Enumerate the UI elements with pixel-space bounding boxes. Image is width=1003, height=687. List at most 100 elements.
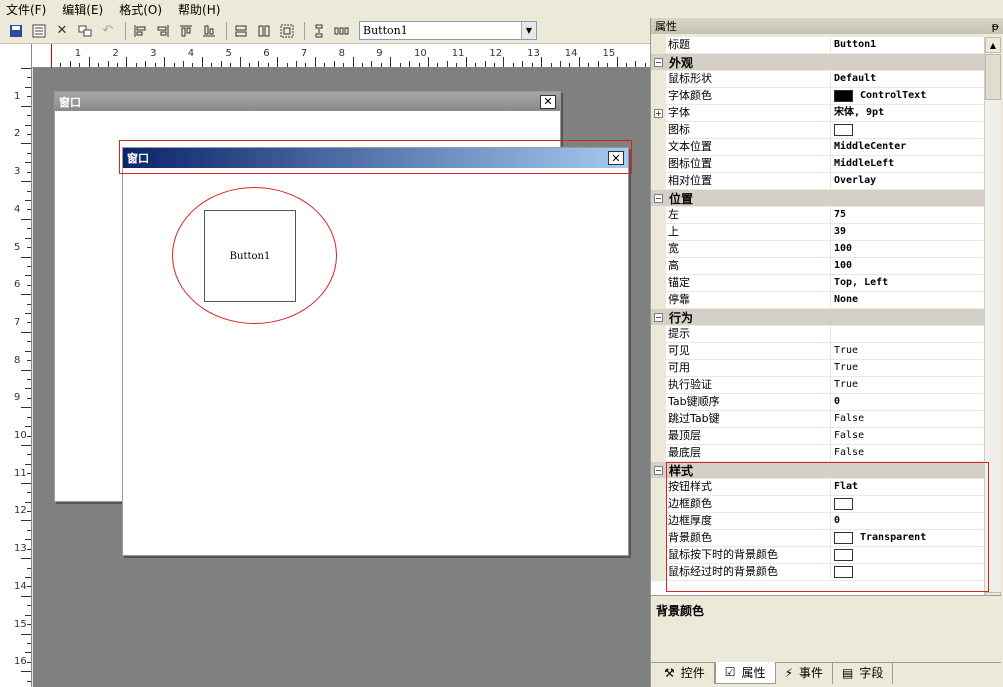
property-value[interactable]: False <box>831 445 984 461</box>
property-row[interactable]: 背景颜色 Transparent <box>651 530 984 547</box>
menu-item-1[interactable]: 编辑(E) <box>62 1 103 18</box>
property-value[interactable]: 0 <box>831 394 984 410</box>
delete-icon[interactable]: ✕ <box>52 21 72 41</box>
menu-item-3[interactable]: 帮助(H) <box>178 1 220 18</box>
color-swatch[interactable] <box>834 532 853 544</box>
property-row[interactable]: 图标 <box>651 122 984 139</box>
property-row[interactable]: 提示 <box>651 326 984 343</box>
form-window-back-titlebar[interactable]: 窗口 ✕ <box>55 92 560 111</box>
property-value[interactable]: True <box>831 360 984 376</box>
property-value[interactable]: 0 <box>831 513 984 529</box>
property-row[interactable]: 宽 100 <box>651 241 984 258</box>
property-value[interactable]: True <box>831 377 984 393</box>
property-row[interactable]: 跳过Tab键 False <box>651 411 984 428</box>
property-value[interactable]: Default <box>831 71 984 87</box>
design-canvas[interactable]: 窗口 ✕ 窗口 ✕ Button1 <box>33 68 650 687</box>
property-value[interactable]: False <box>831 428 984 444</box>
properties-icon[interactable] <box>29 21 49 41</box>
property-grid[interactable]: 标题 Button1− 外观 鼠标形状 Default 字体颜色 ControlText + 字… <box>651 37 984 608</box>
panel-tab-3[interactable]: ▤ 字段 <box>833 661 894 684</box>
property-value[interactable]: Flat <box>831 479 984 495</box>
property-value[interactable] <box>831 564 984 580</box>
align-bottom-icon[interactable] <box>199 21 219 41</box>
align-left-icon[interactable] <box>130 21 150 41</box>
color-swatch[interactable] <box>834 549 853 561</box>
property-value[interactable]: 100 <box>831 241 984 257</box>
property-row[interactable]: 边框厚度 0 <box>651 513 984 530</box>
panel-tab-2[interactable]: ⚡ 事件 <box>776 661 834 684</box>
property-row[interactable]: 边框颜色 <box>651 496 984 513</box>
save-icon[interactable] <box>6 21 26 41</box>
property-row[interactable]: 鼠标形状 Default <box>651 71 984 88</box>
property-row[interactable]: 锚定 Top, Left <box>651 275 984 292</box>
property-row[interactable]: 停靠 None <box>651 292 984 309</box>
property-category[interactable]: − 样式 <box>651 462 984 479</box>
property-row[interactable]: Tab键顺序 0 <box>651 394 984 411</box>
property-value[interactable]: Button1 <box>831 37 984 53</box>
collapse-icon[interactable]: − <box>651 465 666 475</box>
color-swatch[interactable] <box>834 498 853 510</box>
pin-icon[interactable]: ᵽ <box>992 20 999 33</box>
property-value[interactable]: 宋体, 9pt <box>831 105 984 121</box>
same-width-icon[interactable] <box>231 21 251 41</box>
property-row[interactable]: 标题 Button1 <box>651 37 984 54</box>
property-row[interactable]: 按钮样式 Flat <box>651 479 984 496</box>
property-category[interactable]: − 位置 <box>651 190 984 207</box>
form-window-front[interactable]: 窗口 ✕ Button1 <box>122 147 629 556</box>
property-row[interactable]: 最顶层 False <box>651 428 984 445</box>
property-value[interactable]: 75 <box>831 207 984 223</box>
scroll-thumb[interactable] <box>985 54 1001 100</box>
property-value[interactable] <box>831 326 984 342</box>
property-row[interactable]: 图标位置 MiddleLeft <box>651 156 984 173</box>
property-row[interactable]: 相对位置 Overlay <box>651 173 984 190</box>
same-height-icon[interactable] <box>254 21 274 41</box>
scroll-up-icon[interactable]: ▲ <box>985 37 1001 53</box>
vertical-spacing-icon[interactable] <box>309 21 329 41</box>
same-size-icon[interactable] <box>277 21 297 41</box>
property-value[interactable]: False <box>831 411 984 427</box>
close-icon[interactable]: ✕ <box>540 94 556 109</box>
expand-icon[interactable]: + <box>654 108 663 118</box>
align-right-icon[interactable] <box>153 21 173 41</box>
property-value[interactable]: Overlay <box>831 173 984 189</box>
property-row[interactable]: + 字体 宋体, 9pt <box>651 105 984 122</box>
chevron-down-icon[interactable]: ▼ <box>521 22 536 39</box>
property-row[interactable]: 上 39 <box>651 224 984 241</box>
align-top-icon[interactable] <box>176 21 196 41</box>
property-category[interactable]: − 行为 <box>651 309 984 326</box>
button1-control[interactable]: Button1 <box>204 210 296 302</box>
undo-icon[interactable]: ↶ <box>98 21 118 41</box>
object-select[interactable]: Button1 ▼ <box>359 21 537 40</box>
menu-item-2[interactable]: 格式(O) <box>119 1 162 18</box>
property-row[interactable]: 可用 True <box>651 360 984 377</box>
property-row[interactable]: 鼠标按下时的背景颜色 <box>651 547 984 564</box>
property-row[interactable]: 左 75 <box>651 207 984 224</box>
property-value[interactable]: MiddleCenter <box>831 139 984 155</box>
collapse-icon[interactable]: − <box>651 312 666 322</box>
property-value[interactable] <box>831 547 984 563</box>
property-value[interactable]: MiddleLeft <box>831 156 984 172</box>
copy-icon[interactable] <box>75 21 95 41</box>
property-row[interactable]: 执行验证 True <box>651 377 984 394</box>
color-swatch[interactable] <box>834 90 853 102</box>
collapse-icon[interactable]: − <box>651 57 666 67</box>
close-icon[interactable]: ✕ <box>608 151 624 165</box>
property-value[interactable]: True <box>831 343 984 359</box>
property-value[interactable]: Transparent <box>831 530 984 546</box>
color-swatch[interactable] <box>834 124 853 136</box>
property-value[interactable] <box>831 496 984 512</box>
property-value[interactable] <box>831 122 984 138</box>
color-swatch[interactable] <box>834 566 853 578</box>
property-value[interactable]: None <box>831 292 984 308</box>
menu-item-0[interactable]: 文件(F) <box>6 1 46 18</box>
panel-tab-0[interactable]: ⚒ 控件 <box>655 661 715 684</box>
panel-tab-1[interactable]: ☑ 属性 <box>714 661 776 684</box>
form-window-front-titlebar[interactable]: 窗口 ✕ <box>123 148 628 168</box>
property-value[interactable]: 100 <box>831 258 984 274</box>
property-category[interactable]: − 外观 <box>651 54 984 71</box>
property-value[interactable]: ControlText <box>831 88 984 104</box>
property-value[interactable]: 39 <box>831 224 984 240</box>
property-value[interactable]: Top, Left <box>831 275 984 291</box>
minus-box-icon[interactable]: − <box>654 312 663 322</box>
collapse-icon[interactable]: − <box>651 193 666 203</box>
